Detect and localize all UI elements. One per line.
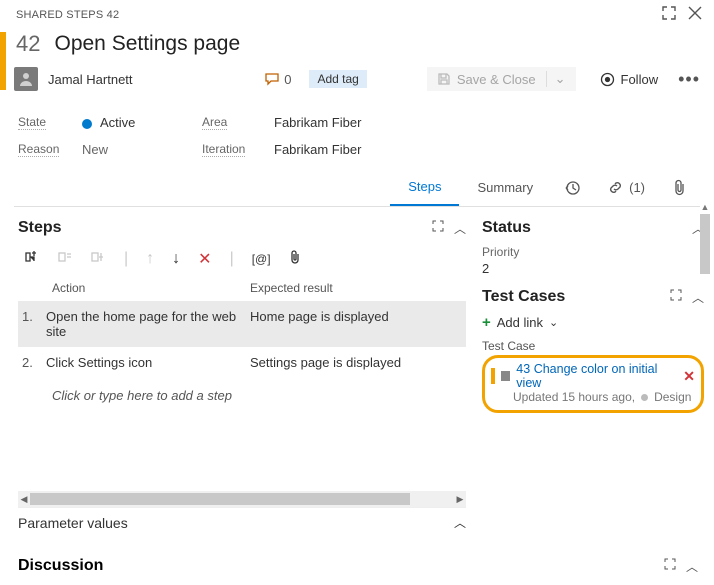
chevron-up-icon[interactable]: ︿ bbox=[686, 558, 698, 575]
close-icon[interactable] bbox=[688, 6, 702, 23]
testcase-link[interactable]: 43 Change color on initial view bbox=[516, 362, 677, 390]
state-value[interactable]: Active bbox=[82, 115, 202, 130]
discussion-count[interactable]: 0 bbox=[264, 72, 291, 87]
avatar[interactable] bbox=[14, 67, 38, 91]
step-number: 2. bbox=[18, 355, 46, 370]
insert-shared-icon bbox=[58, 250, 73, 268]
vertical-scrollbar[interactable]: ▲ bbox=[698, 200, 712, 530]
workitem-id: 42 bbox=[16, 31, 40, 57]
step-expected[interactable]: Settings page is displayed bbox=[250, 355, 458, 370]
state-dot-icon bbox=[641, 394, 648, 401]
separator: | bbox=[124, 250, 128, 268]
testcase-color-bar bbox=[491, 368, 495, 384]
expand-icon[interactable] bbox=[664, 558, 676, 575]
scroll-right-icon[interactable]: ▶ bbox=[454, 491, 466, 507]
more-icon[interactable]: ••• bbox=[678, 69, 700, 90]
tab-history[interactable] bbox=[551, 169, 594, 206]
priority-label: Priority bbox=[482, 245, 704, 259]
add-step-placeholder[interactable]: Click or type here to add a step bbox=[18, 378, 466, 403]
accent-bar bbox=[0, 32, 6, 90]
insert-param-icon bbox=[91, 250, 106, 268]
steps-heading: Steps bbox=[18, 219, 62, 237]
chevron-up-icon[interactable]: ︿ bbox=[454, 514, 466, 531]
add-link-button[interactable]: + Add link ⌄ bbox=[482, 314, 704, 331]
save-close-label: Save & Close bbox=[457, 72, 536, 87]
breadcrumb: SHARED STEPS 42 bbox=[16, 9, 119, 21]
delete-step-icon[interactable]: ✕ bbox=[198, 249, 211, 269]
state-label: State bbox=[18, 115, 46, 130]
discussion-heading: Discussion bbox=[18, 557, 103, 575]
area-label: Area bbox=[202, 115, 227, 130]
chevron-down-icon: ⌄ bbox=[546, 71, 566, 87]
iteration-label: Iteration bbox=[202, 142, 245, 157]
scroll-thumb[interactable] bbox=[30, 493, 410, 505]
area-value[interactable]: Fabrikam Fiber bbox=[274, 115, 698, 130]
chevron-down-icon: ⌄ bbox=[549, 316, 558, 329]
status-heading: Status bbox=[482, 219, 531, 237]
separator: | bbox=[230, 250, 234, 268]
insert-step-icon[interactable] bbox=[24, 250, 40, 269]
table-row[interactable]: 2. Click Settings icon Settings page is … bbox=[18, 347, 466, 378]
testcase-state: Design bbox=[654, 390, 691, 404]
testcases-heading: Test Cases bbox=[482, 288, 565, 306]
priority-value[interactable]: 2 bbox=[482, 261, 704, 276]
state-dot-icon bbox=[82, 119, 92, 129]
step-expected[interactable]: Home page is displayed bbox=[250, 309, 458, 339]
workitem-title[interactable]: Open Settings page bbox=[54, 32, 240, 56]
testcase-type-icon bbox=[501, 371, 511, 381]
testcase-card[interactable]: 43 Change color on initial view ✕ Update… bbox=[482, 355, 704, 413]
add-tag-button[interactable]: Add tag bbox=[309, 70, 366, 88]
col-expected: Expected result bbox=[250, 281, 333, 295]
chevron-up-icon[interactable]: ︿ bbox=[454, 220, 466, 237]
assignee-name[interactable]: Jamal Hartnett bbox=[48, 72, 133, 87]
plus-icon: + bbox=[482, 314, 491, 331]
expand-icon[interactable] bbox=[432, 220, 444, 237]
follow-label: Follow bbox=[621, 72, 659, 87]
move-up-icon: ↑ bbox=[146, 250, 154, 268]
follow-button[interactable]: Follow bbox=[600, 72, 659, 87]
fullscreen-icon[interactable] bbox=[662, 6, 676, 23]
parameter-values-heading[interactable]: Parameter values bbox=[18, 515, 128, 531]
save-close-button: Save & Close ⌄ bbox=[427, 67, 576, 91]
add-link-label: Add link bbox=[497, 315, 543, 330]
param-icon[interactable]: [@] bbox=[252, 252, 271, 266]
step-action[interactable]: Open the home page for the web site bbox=[46, 309, 250, 339]
step-number: 1. bbox=[18, 309, 46, 339]
attach-icon[interactable] bbox=[289, 250, 301, 269]
tab-summary[interactable]: Summary bbox=[459, 169, 551, 206]
testcase-label: Test Case bbox=[482, 339, 704, 353]
scroll-thumb[interactable] bbox=[700, 214, 710, 274]
tab-links-count: (1) bbox=[629, 180, 645, 195]
discussion-count-value: 0 bbox=[284, 72, 291, 87]
tab-links[interactable]: (1) bbox=[594, 169, 659, 206]
reason-value[interactable]: New bbox=[82, 142, 202, 157]
testcase-updated: Updated 15 hours ago, bbox=[513, 390, 635, 404]
scroll-up-icon[interactable]: ▲ bbox=[698, 200, 712, 214]
table-row[interactable]: 1. Open the home page for the web site H… bbox=[18, 301, 466, 347]
col-action: Action bbox=[52, 281, 250, 295]
iteration-value[interactable]: Fabrikam Fiber bbox=[274, 142, 698, 157]
expand-icon[interactable] bbox=[670, 289, 682, 306]
reason-label: Reason bbox=[18, 142, 59, 157]
horizontal-scrollbar[interactable]: ◀ ▶ bbox=[18, 491, 466, 507]
scroll-left-icon[interactable]: ◀ bbox=[18, 491, 30, 507]
tab-attachments[interactable] bbox=[659, 169, 700, 206]
move-down-icon[interactable]: ↓ bbox=[172, 250, 180, 268]
step-action[interactable]: Click Settings icon bbox=[46, 355, 250, 370]
tab-steps[interactable]: Steps bbox=[390, 169, 459, 206]
remove-link-icon[interactable]: ✕ bbox=[683, 368, 695, 385]
